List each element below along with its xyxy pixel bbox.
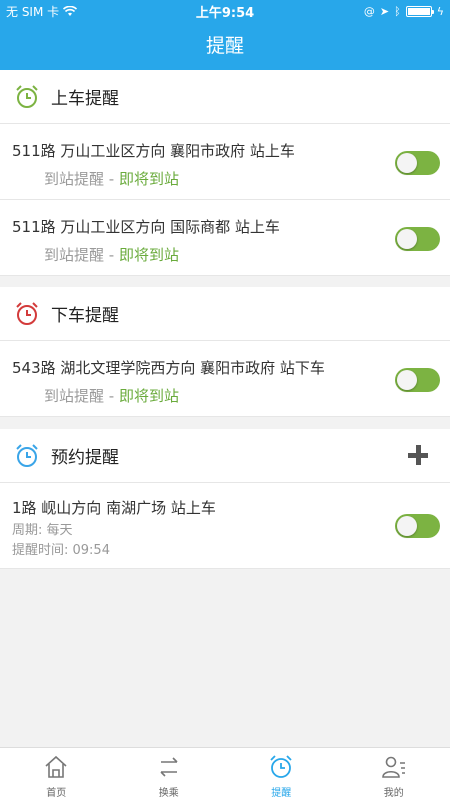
alarm-clock-icon xyxy=(270,755,292,778)
alarm-clock-blue-icon xyxy=(16,443,38,467)
scheduled-reminder-title: 预约提醒 xyxy=(51,448,119,468)
wifi-icon xyxy=(63,5,78,16)
transfer-icon xyxy=(160,757,178,777)
reminder-status: 到站提醒 - 即将到站 xyxy=(44,246,179,264)
alight-reminder-section: 下车提醒 543路 湖北文理学院西方向 襄阳市政府 站下车 到站提醒 - 即将到… xyxy=(0,287,450,417)
profile-icon xyxy=(381,756,405,778)
tab-label: 我的 xyxy=(383,788,404,799)
board-reminder-header: 上车提醒 xyxy=(0,70,450,124)
add-reminder-button[interactable] xyxy=(408,445,430,467)
alight-reminder-title: 下车提醒 xyxy=(51,306,119,326)
reminder-period: 周期: 每天 xyxy=(12,523,73,538)
route-info: 543路 湖北文理学院西方向 襄阳市政府 站下车 xyxy=(12,359,325,377)
reminder-time: 提醒时间: 09:54 xyxy=(12,543,110,558)
location-icon: ➤ xyxy=(379,4,390,18)
battery-icon xyxy=(405,5,434,17)
alight-reminder-header: 下车提醒 xyxy=(0,287,450,341)
tab-label: 提醒 xyxy=(271,788,292,799)
reminder-toggle[interactable] xyxy=(395,227,440,251)
scheduled-reminder-header: 预约提醒 xyxy=(0,429,450,483)
status-bar: 无 SIM 卡 上午9:54 @ ➤ ᛒ ϟ xyxy=(0,0,450,22)
home-icon xyxy=(45,755,67,778)
tab-reminder[interactable]: 提醒 xyxy=(225,748,338,800)
tab-label: 首页 xyxy=(46,788,67,799)
reminder-row[interactable]: 1路 岘山方向 南湖广场 站上车 周期: 每天 提醒时间: 09:54 xyxy=(0,483,450,569)
carrier-label: 无 SIM 卡 xyxy=(6,4,60,19)
reminder-row[interactable]: 543路 湖北文理学院西方向 襄阳市政府 站下车 到站提醒 - 即将到站 xyxy=(0,341,450,417)
tab-home[interactable]: 首页 xyxy=(0,748,113,800)
route-info: 1路 岘山方向 南湖广场 站上车 xyxy=(12,499,216,517)
route-info: 511路 万山工业区方向 国际商都 站上车 xyxy=(12,218,280,236)
reminder-row[interactable]: 511路 万山工业区方向 襄阳市政府 站上车 到站提醒 - 即将到站 xyxy=(0,124,450,200)
scheduled-reminder-section: 预约提醒 1路 岘山方向 南湖广场 站上车 周期: 每天 提醒时间: 09:54 xyxy=(0,429,450,569)
alarm-clock-red-icon xyxy=(16,301,38,325)
tab-bar: 首页 换乘 提醒 我的 xyxy=(0,747,450,800)
board-reminder-title: 上车提醒 xyxy=(51,89,119,109)
alarm-clock-green-icon xyxy=(16,84,38,108)
reminder-status: 到站提醒 - 即将到站 xyxy=(44,170,179,188)
reminder-toggle[interactable] xyxy=(395,368,440,392)
reminder-status: 到站提醒 - 即将到站 xyxy=(44,387,179,405)
board-reminder-section: 上车提醒 511路 万山工业区方向 襄阳市政府 站上车 到站提醒 - 即将到站 … xyxy=(0,70,450,276)
reminder-row[interactable]: 511路 万山工业区方向 国际商都 站上车 到站提醒 - 即将到站 xyxy=(0,200,450,276)
page-title: 提醒 xyxy=(205,35,244,57)
reminder-toggle[interactable] xyxy=(395,514,440,538)
top-bar: 无 SIM 卡 上午9:54 @ ➤ ᛒ ϟ 提醒 xyxy=(0,0,450,70)
tab-label: 换乘 xyxy=(158,788,179,799)
bluetooth-icon: ᛒ xyxy=(394,4,401,18)
rotation-lock-icon: @ xyxy=(363,4,375,18)
tab-transfer[interactable]: 换乘 xyxy=(113,748,226,800)
tab-profile[interactable]: 我的 xyxy=(338,748,450,800)
route-info: 511路 万山工业区方向 襄阳市政府 站上车 xyxy=(12,142,295,160)
charging-icon: ϟ xyxy=(436,4,444,18)
reminder-toggle[interactable] xyxy=(395,151,440,175)
